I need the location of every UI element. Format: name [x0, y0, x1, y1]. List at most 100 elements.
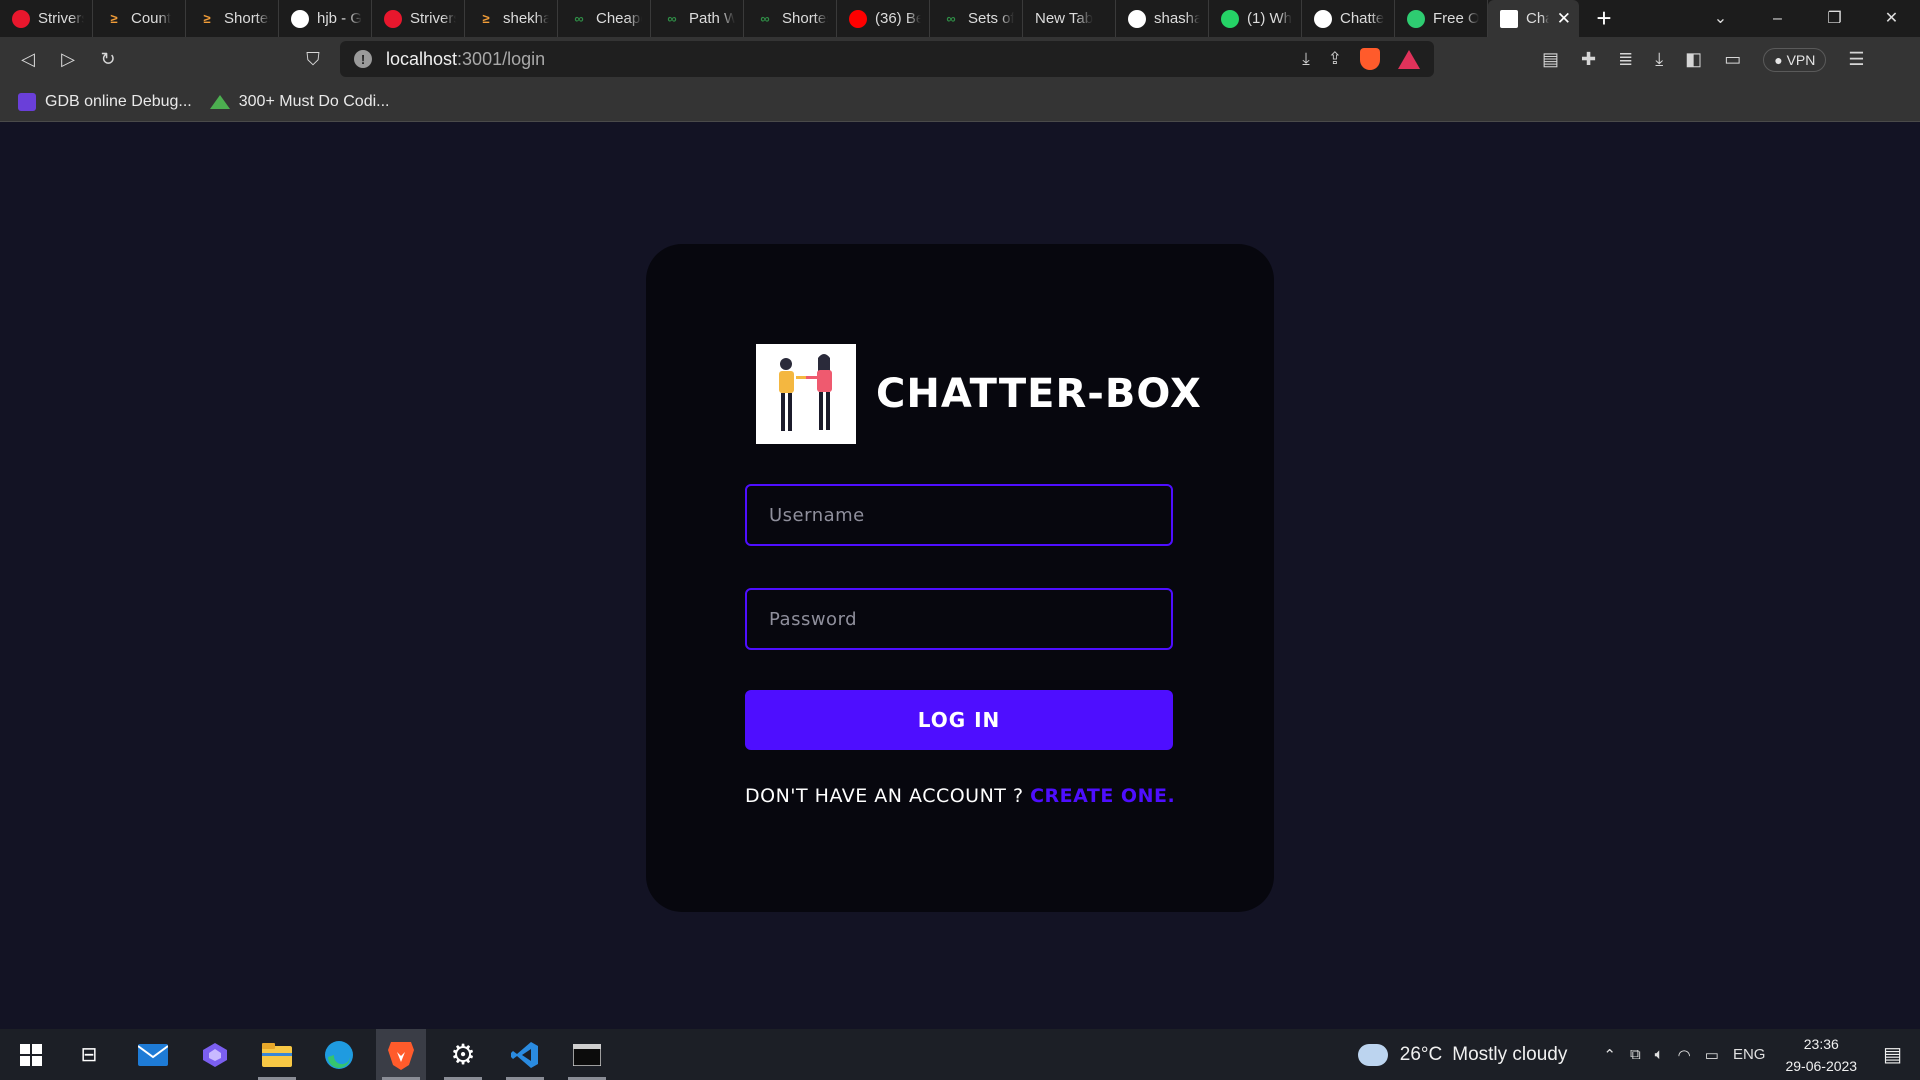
close-tab-icon[interactable]: ✕ — [1557, 9, 1571, 29]
tab-6[interactable]: ∞ Cheape — [558, 0, 651, 37]
signup-prompt: DON'T HAVE AN ACCOUNT ? CREATE ONE. — [745, 785, 1175, 807]
tab-10[interactable]: ∞ Sets of — [930, 0, 1023, 37]
network-display-icon[interactable]: ⧉ — [1630, 1046, 1641, 1063]
menu-icon[interactable]: ☰ — [1848, 49, 1864, 70]
username-input[interactable] — [745, 484, 1173, 546]
vpn-button[interactable]: ● VPN — [1763, 47, 1827, 72]
tab-1[interactable]: ≥ Count — [93, 0, 186, 37]
github-icon — [1128, 9, 1146, 28]
playlist-icon[interactable]: ≣ — [1618, 49, 1633, 70]
brave-browser-icon[interactable] — [376, 1029, 426, 1080]
edge-icon[interactable] — [314, 1029, 364, 1080]
login-button[interactable]: LOG IN — [745, 690, 1173, 750]
new-tab-button[interactable]: + — [1579, 0, 1629, 37]
bookmark-gdb[interactable]: GDB online Debug... — [18, 92, 192, 111]
system-tray: 26°C Mostly cloudy ⌃ ⧉ 🔈︎ ◠ ▭ ENG 23:36 … — [1357, 1029, 1920, 1080]
tab-title: shekha — [503, 10, 549, 27]
whatsapp-icon — [1221, 9, 1239, 28]
weather-desc[interactable]: Mostly cloudy — [1452, 1044, 1567, 1066]
site-info-icon[interactable]: ! — [354, 50, 372, 68]
vscode-icon[interactable] — [500, 1029, 550, 1080]
restore-button[interactable]: ❐ — [1806, 0, 1863, 37]
volume-icon[interactable]: 🔈︎ — [1655, 1046, 1664, 1063]
tab-8[interactable]: ∞ Shortes — [744, 0, 837, 37]
language-indicator[interactable]: ENG — [1733, 1046, 1766, 1063]
weather-temp[interactable]: 26°C — [1400, 1044, 1442, 1066]
battery-icon[interactable]: ▭ — [1705, 1046, 1719, 1064]
sidebar-icon[interactable]: ◧ — [1685, 49, 1702, 70]
password-input[interactable] — [745, 588, 1173, 650]
tab-7[interactable]: ∞ Path W — [651, 0, 744, 37]
navigation-bar: ◁ ▷ ↻ ⛉ ! localhost:3001/login ⤓ ⇪ ▤ ✚ ≣… — [0, 37, 1920, 82]
toolbar-icons: ▤ ✚ ≣ ⤓ ◧ ▭ ● VPN ☰ — [1542, 37, 1865, 82]
clock[interactable]: 23:36 29-06-2023 — [1785, 1033, 1857, 1077]
tab-active[interactable]: Cha ✕ — [1488, 0, 1579, 37]
tab-14[interactable]: Chatte — [1302, 0, 1395, 37]
tab-title: Strivers — [410, 10, 456, 27]
install-app-icon[interactable]: ⤓ — [1302, 49, 1310, 69]
bookmarks-bar: GDB online Debug... 300+ Must Do Codi... — [0, 82, 1920, 122]
tab-12[interactable]: shasha — [1116, 0, 1209, 37]
window-close-button[interactable]: ✕ — [1863, 0, 1920, 37]
tab-title: Cha — [1526, 10, 1549, 27]
signup-prompt-text: DON'T HAVE AN ACCOUNT ? — [745, 785, 1024, 807]
address-bar[interactable]: ! localhost:3001/login ⤓ ⇪ — [340, 41, 1434, 77]
clock-date: 29-06-2023 — [1785, 1057, 1858, 1074]
minimize-button[interactable]: – — [1749, 0, 1806, 37]
tab-title: Chatte — [1340, 10, 1385, 27]
tab-2[interactable]: ≥ Shortes — [186, 0, 279, 37]
create-account-link[interactable]: CREATE ONE. — [1030, 785, 1175, 807]
chevron-up-icon[interactable]: ⌃ — [1603, 1046, 1616, 1064]
tab-title: Shortes — [224, 10, 270, 27]
terminal-icon[interactable] — [562, 1029, 612, 1080]
reload-button[interactable]: ↻ — [88, 49, 128, 70]
downloads-icon[interactable]: ⤓ — [1655, 49, 1663, 70]
extensions-icon[interactable]: ✚ — [1581, 49, 1596, 70]
tab-title: Strivers — [38, 10, 84, 27]
brave-shields-icon[interactable] — [1360, 48, 1380, 70]
notifications-icon[interactable]: ▤ — [1883, 1042, 1902, 1067]
tray-icons: ⌃ ⧉ 🔈︎ ◠ ▭ ENG — [1603, 1046, 1765, 1064]
task-view-icon[interactable]: ⊟ — [64, 1029, 114, 1080]
tab-search-icon[interactable]: ⌄ — [1692, 0, 1749, 37]
wallet-icon[interactable]: ▭ — [1724, 49, 1741, 70]
forward-button[interactable]: ▷ — [48, 49, 88, 70]
chatter-box-icon — [1500, 9, 1518, 28]
tab-3[interactable]: hjb - G — [279, 0, 372, 37]
tab-title: Count — [131, 10, 172, 27]
tab-title: shasha — [1154, 10, 1200, 27]
tab-4[interactable]: Strivers — [372, 0, 465, 37]
reader-mode-icon[interactable]: ▤ — [1542, 49, 1559, 70]
settings-gear-icon[interactable]: ⚙ — [438, 1029, 488, 1080]
weather-cloudy-icon — [1357, 1035, 1388, 1066]
clock-time: 23:36 — [1803, 1035, 1839, 1052]
windows-start-icon[interactable] — [6, 1029, 56, 1080]
brave-rewards-icon[interactable] — [1398, 49, 1420, 69]
two-people-illustration — [779, 354, 832, 431]
tab-5[interactable]: ≥ shekha — [465, 0, 558, 37]
tab-strip: Strivers ≥ Count ≥ Shortes hjb - G Strivers ≥ sh… — [0, 0, 1920, 37]
wifi-icon[interactable]: ◠ — [1678, 1046, 1691, 1064]
brand: CHATTER-BOX — [756, 344, 1202, 444]
codestudio-icon: ≥ — [203, 11, 211, 26]
tab-title: Sets of — [968, 10, 1014, 27]
bookmark-must-do[interactable]: 300+ Must Do Codi... — [209, 93, 390, 111]
tab-0[interactable]: Strivers — [0, 0, 93, 37]
tab-11[interactable]: New Tab — [1023, 0, 1116, 37]
tab-title: Shortes — [782, 10, 828, 27]
bookmark-icon[interactable]: ⛉ — [293, 49, 333, 70]
copilot-icon[interactable] — [190, 1029, 240, 1080]
brand-title: CHATTER-BOX — [876, 371, 1202, 417]
file-explorer-icon[interactable] — [252, 1029, 302, 1080]
tab-title: New Tab — [1035, 10, 1094, 27]
tab-15[interactable]: Free O — [1395, 0, 1488, 37]
tab-9[interactable]: (36) Be — [837, 0, 930, 37]
tab-13[interactable]: (1) Wh — [1209, 0, 1302, 37]
share-icon[interactable]: ⇪ — [1328, 49, 1342, 69]
tab-title: Free O — [1433, 10, 1479, 27]
bookmark-label: GDB online Debug... — [45, 92, 192, 110]
mail-icon[interactable] — [128, 1029, 178, 1080]
gfg-icon: ∞ — [574, 11, 584, 26]
back-button[interactable]: ◁ — [8, 49, 48, 70]
url-text[interactable]: localhost:3001/login — [386, 49, 545, 70]
